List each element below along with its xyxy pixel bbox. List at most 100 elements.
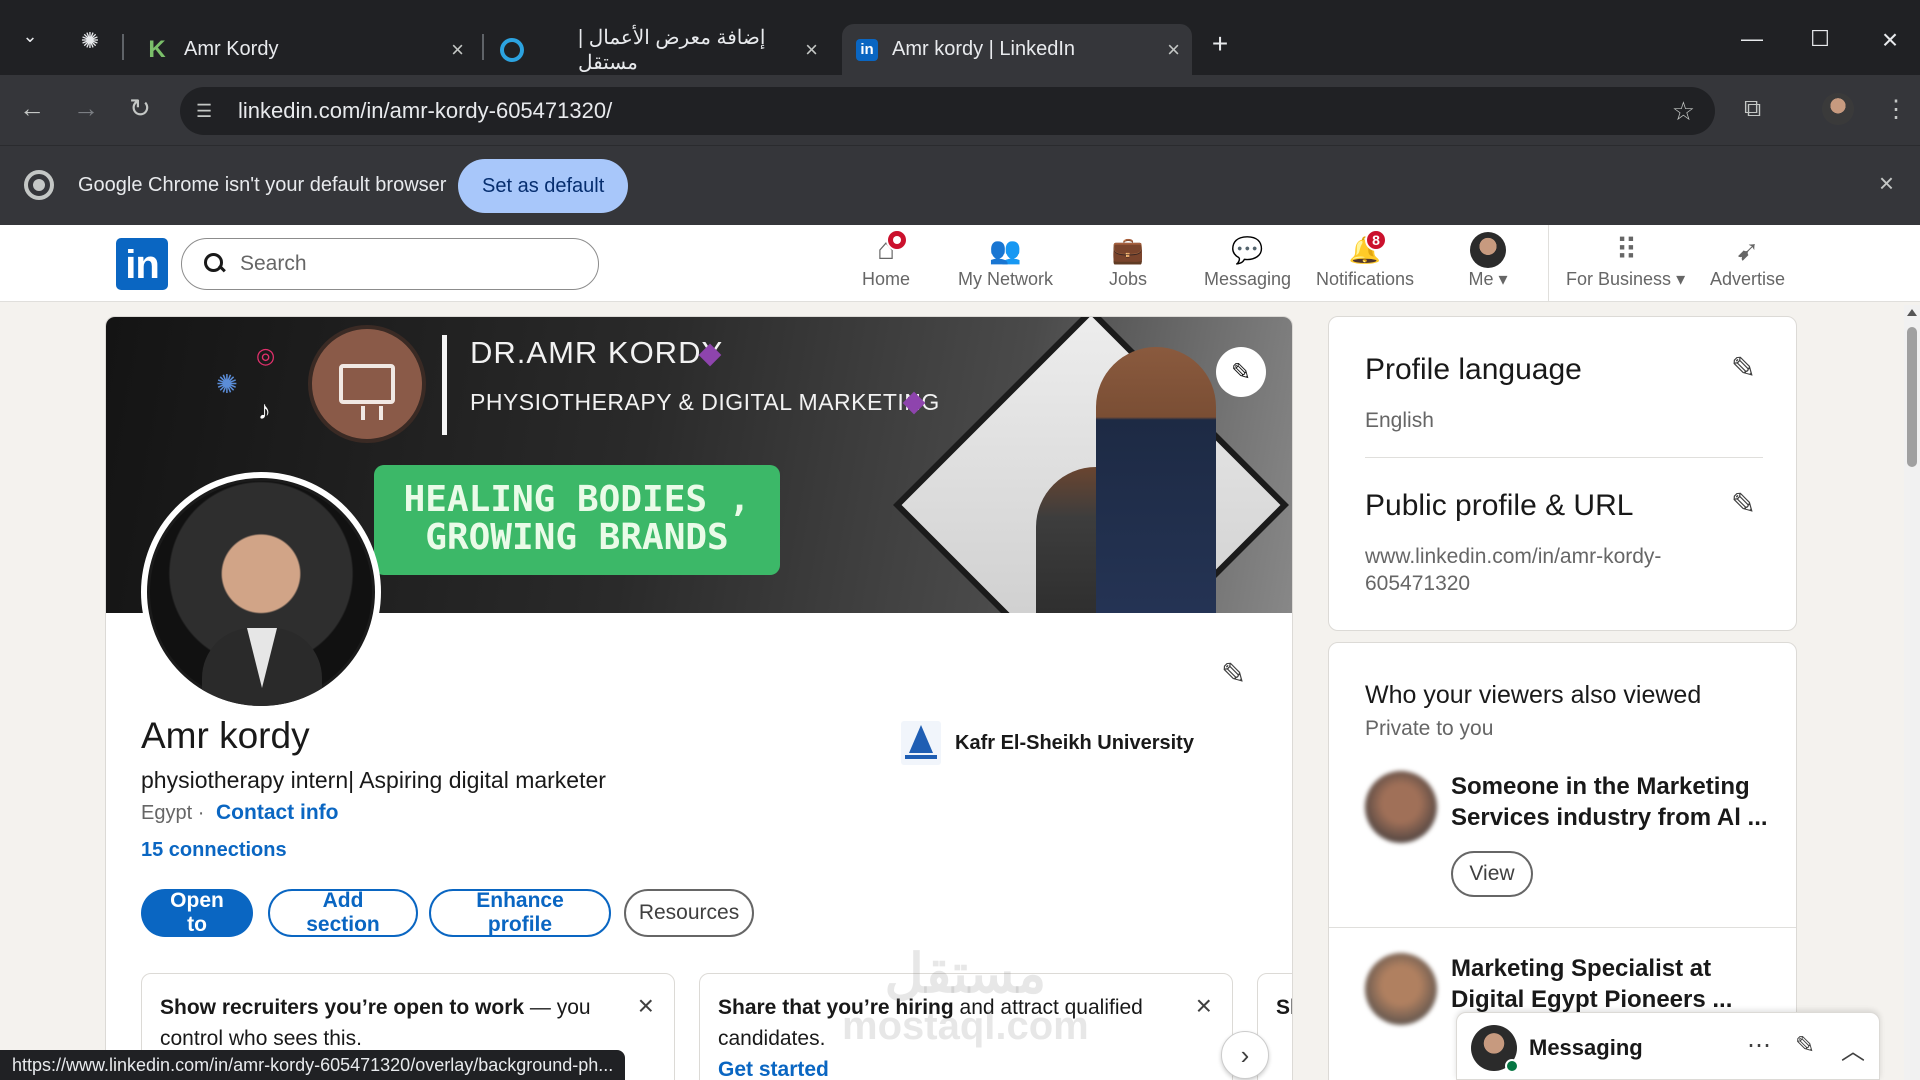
browser-toolbar: ← → ↻ ☰ linkedin.com/in/amr-kordy-605471… xyxy=(0,75,1920,145)
profile-card: ◎ ✺ ♪ DR.AMR KORDY PHYSIOTHERAPY & DIGIT… xyxy=(105,316,1293,1080)
profile-avatar[interactable] xyxy=(1822,93,1854,125)
edit-language-button[interactable]: ✎ xyxy=(1731,351,1756,386)
profile-photo[interactable] xyxy=(141,472,381,712)
search-bar[interactable] xyxy=(181,238,599,290)
slogan-line: HEALING BODIES , xyxy=(403,479,751,520)
add-section-button[interactable]: Add section xyxy=(268,889,418,937)
status-bar-url: https://www.linkedin.com/in/amr-kordy-60… xyxy=(0,1050,626,1080)
nav-for-business[interactable]: ⠿ For Business ▾ xyxy=(1566,233,1685,297)
close-window-icon[interactable]: × xyxy=(1870,24,1910,56)
linkedin-icon: in xyxy=(856,38,878,61)
viewers-title: Who your viewers also viewed xyxy=(1365,681,1702,709)
banner-slogan: HEALING BODIES , GROWING BRANDS xyxy=(374,465,780,575)
resources-button[interactable]: Resources xyxy=(624,889,754,937)
close-tab-icon[interactable]: × xyxy=(805,37,818,63)
avatar[interactable] xyxy=(1365,771,1437,843)
chevron-up-icon[interactable]: ︿ xyxy=(1841,1031,1865,1066)
network-icon: 👥 xyxy=(989,234,1022,265)
linkedin-header: in ⌂ Home 👥 My Network 💼 Jobs 💬 Messagin… xyxy=(0,225,1920,302)
messaging-dock[interactable]: Messaging ⋯ ✎ ︿ xyxy=(1456,1012,1880,1080)
education-entry[interactable]: Kafr El-Sheikh University xyxy=(901,721,1194,765)
tab-amr-kordy[interactable]: K Amr Kordy × xyxy=(130,24,476,75)
infobar-message: Google Chrome isn't your default browser xyxy=(78,174,447,196)
nav-label: Notifications xyxy=(1316,269,1415,289)
connections-link[interactable]: 15 connections xyxy=(141,839,287,862)
compass-icon: ➹ xyxy=(1735,234,1760,266)
compose-icon[interactable]: ✎ xyxy=(1795,1031,1815,1060)
nav-advertise[interactable]: ➹ Advertise xyxy=(1710,233,1785,297)
edit-public-url-button[interactable]: ✎ xyxy=(1731,487,1756,522)
tab-separator xyxy=(482,34,484,60)
banner-subtitle: PHYSIOTHERAPY & DIGITAL MARKETING xyxy=(470,389,940,415)
contact-info-link[interactable]: Contact info xyxy=(216,801,338,825)
tab-search-button[interactable]: ⌄ xyxy=(10,26,50,47)
close-icon[interactable]: × xyxy=(1196,990,1212,1021)
nav-notifications[interactable]: 🔔 8 Notifications xyxy=(1316,229,1415,297)
pencil-icon: ✎ xyxy=(1730,352,1756,385)
tab-linkedin[interactable]: in Amr kordy | LinkedIn × xyxy=(842,24,1192,75)
edit-intro-button[interactable]: ✎ xyxy=(1221,657,1246,692)
pencil-icon: ✎ xyxy=(1221,658,1247,691)
banner-title: DR.AMR KORDY xyxy=(470,335,724,370)
scrollbar-thumb[interactable] xyxy=(1907,327,1917,467)
enhance-profile-button[interactable]: Enhance profile xyxy=(429,889,611,937)
scroll-up-icon[interactable] xyxy=(1907,309,1917,316)
new-tab-button[interactable]: + xyxy=(1200,28,1240,60)
tab-label: Amr Kordy xyxy=(184,38,279,60)
get-started-link[interactable]: Get started xyxy=(718,1058,829,1080)
default-browser-infobar: Google Chrome isn't your default browser… xyxy=(0,145,1920,225)
open-to-button[interactable]: Open to xyxy=(141,889,253,937)
sparkle-icon: ✺ xyxy=(216,369,238,399)
nav-me[interactable]: Me ▾ xyxy=(1468,232,1508,297)
search-input[interactable] xyxy=(240,252,570,276)
nav-label: Messaging xyxy=(1204,269,1292,289)
home-icon: ⌂ xyxy=(866,229,908,267)
close-tab-icon[interactable]: × xyxy=(1167,37,1180,63)
page-scrollbar[interactable] xyxy=(1904,305,1920,1080)
nav-home[interactable]: ⌂ Home xyxy=(862,229,910,297)
maximize-icon[interactable]: ☐ xyxy=(1800,26,1840,52)
site-settings-icon[interactable]: ☰ xyxy=(196,101,230,122)
tiktok-icon: ♪ xyxy=(258,395,271,425)
set-default-button[interactable]: Set as default xyxy=(458,159,629,213)
divider xyxy=(1365,457,1763,458)
university-logo-icon xyxy=(901,721,941,765)
viewer-name[interactable]: Marketing Specialist at Digital Egypt Pi… xyxy=(1451,953,1771,1015)
profile-location: Egypt · xyxy=(141,802,205,824)
close-infobar-icon[interactable]: × xyxy=(1879,168,1894,199)
back-icon[interactable]: ← xyxy=(12,93,52,124)
extensions-icon[interactable]: ⧉ xyxy=(1744,95,1761,123)
avatar[interactable] xyxy=(1365,953,1437,1025)
profile-language-title: Profile language xyxy=(1365,353,1582,386)
notification-count-badge: 8 xyxy=(1365,229,1388,251)
ad-monitor-logo-icon xyxy=(308,325,426,443)
tab-separator xyxy=(122,34,124,60)
forward-icon[interactable]: → xyxy=(66,93,106,124)
viewer-name[interactable]: Someone in the Marketing Services indust… xyxy=(1451,771,1771,833)
tab-mostaql[interactable]: إضافة معرض الأعمال | مستقل × xyxy=(490,24,830,75)
monitor-icon xyxy=(339,364,395,420)
close-icon[interactable]: × xyxy=(638,990,654,1021)
tab-label: Amr kordy | LinkedIn xyxy=(892,38,1076,60)
edit-banner-button[interactable]: ✎ xyxy=(1216,347,1266,397)
banner-divider xyxy=(442,335,447,435)
close-tab-icon[interactable]: × xyxy=(451,37,464,63)
linkedin-logo-icon[interactable]: in xyxy=(116,238,168,290)
nav-label: My Network xyxy=(958,269,1054,289)
chat-icon: 💬 xyxy=(1231,234,1264,265)
nav-my-network[interactable]: 👥 My Network xyxy=(958,233,1053,297)
chrome-menu-icon[interactable]: ⋮ xyxy=(1884,95,1908,124)
bookmark-star-icon[interactable]: ☆ xyxy=(1672,96,1695,127)
chatgpt-pinned-tab-icon[interactable]: ✺ xyxy=(70,28,110,54)
reload-icon[interactable]: ↻ xyxy=(120,93,160,124)
browser-tab-strip: ⌄ ✺ K Amr Kordy × إضافة معرض الأعمال | م… xyxy=(0,0,1920,75)
view-button[interactable]: View xyxy=(1451,851,1533,897)
public-profile-url: www.linkedin.com/in/amr-kordy- 605471320 xyxy=(1365,545,1662,595)
nav-jobs[interactable]: 💼 Jobs xyxy=(1108,233,1148,297)
chevron-right-icon[interactable]: › xyxy=(1221,1031,1269,1079)
address-bar[interactable]: ☰ linkedin.com/in/amr-kordy-605471320/ ☆ xyxy=(180,87,1715,135)
minimize-icon[interactable]: — xyxy=(1732,26,1772,52)
nav-messaging[interactable]: 💬 Messaging xyxy=(1204,233,1291,297)
chrome-icon xyxy=(24,170,54,200)
more-options-icon[interactable]: ⋯ xyxy=(1747,1031,1771,1060)
